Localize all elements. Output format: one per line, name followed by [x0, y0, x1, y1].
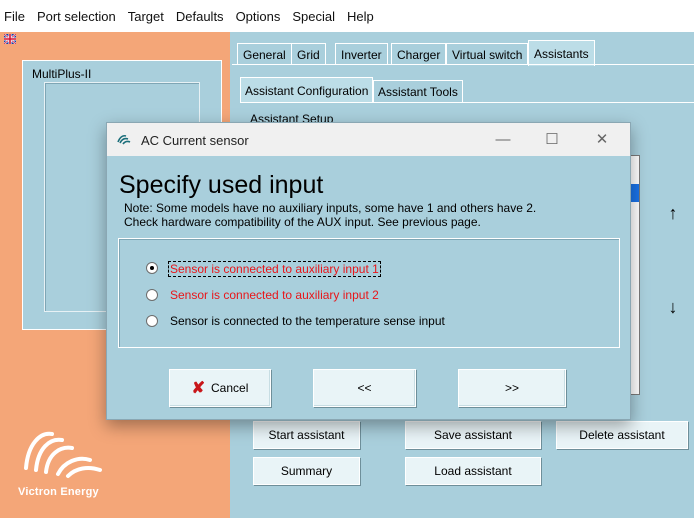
subtab-assistant-tools[interactable]: Assistant Tools — [373, 80, 463, 102]
menu-special[interactable]: Special — [292, 9, 335, 24]
subtab-assistant-configuration[interactable]: Assistant Configuration — [240, 77, 374, 103]
minimize-button[interactable]: — — [483, 127, 523, 151]
tab-assistants[interactable]: Assistants — [528, 40, 595, 66]
scrollbar-thumb[interactable] — [631, 184, 639, 202]
tab-virtual-switch[interactable]: Virtual switch — [446, 43, 529, 65]
radio-temperature-sense[interactable] — [146, 315, 158, 327]
maximize-button[interactable]: ☐ — [532, 127, 572, 151]
arrow-up-icon: ↑ — [668, 202, 678, 223]
tab-divider — [232, 64, 694, 65]
subtab-divider — [240, 102, 694, 103]
radio-aux-input-2[interactable] — [146, 289, 158, 301]
device-label: MultiPlus-II — [32, 67, 92, 81]
menu-options[interactable]: Options — [236, 9, 281, 24]
menu-help[interactable]: Help — [347, 9, 374, 24]
option-temperature-sense-label[interactable]: Sensor is connected to the temperature s… — [170, 314, 445, 328]
tab-charger[interactable]: Charger — [391, 43, 447, 65]
summary-button[interactable]: Summary — [253, 457, 360, 485]
cancel-button-label: Cancel — [211, 381, 249, 395]
menu-bar: File Port selection Target Defaults Opti… — [0, 0, 694, 32]
menu-file[interactable]: File — [4, 9, 25, 24]
next-button[interactable]: >> — [458, 369, 566, 407]
uk-flag-icon[interactable] — [4, 34, 16, 44]
dialog-note-line-1: Note: Some models have no auxiliary inpu… — [124, 201, 537, 215]
start-assistant-button[interactable]: Start assistant — [253, 421, 360, 449]
x-mark-icon: ✘ — [191, 380, 206, 397]
radio-aux-input-1[interactable] — [146, 262, 158, 274]
brand-name: Victron Energy — [18, 486, 99, 498]
move-down-button[interactable]: ↓ — [658, 292, 688, 322]
menu-port-selection[interactable]: Port selection — [37, 9, 116, 24]
menu-defaults[interactable]: Defaults — [176, 9, 224, 24]
option-aux-input-1-label[interactable]: Sensor is connected to auxiliary input 1 — [168, 261, 381, 277]
arrow-down-icon: ↓ — [668, 296, 678, 317]
load-assistant-button[interactable]: Load assistant — [405, 457, 541, 485]
delete-assistant-button[interactable]: Delete assistant — [556, 421, 688, 449]
close-button[interactable]: ✕ — [582, 127, 622, 151]
move-up-button[interactable]: ↑ — [658, 198, 688, 228]
tab-grid[interactable]: Grid — [291, 43, 326, 65]
option-aux-input-2-label[interactable]: Sensor is connected to auxiliary input 2 — [170, 288, 379, 302]
tab-inverter[interactable]: Inverter — [335, 43, 388, 65]
dialog-note-line-2: Check hardware compatibility of the AUX … — [124, 215, 481, 229]
victron-logo-icon — [24, 431, 102, 478]
back-button[interactable]: << — [313, 369, 416, 407]
dialog-title: AC Current sensor — [141, 133, 249, 148]
tab-general[interactable]: General — [237, 43, 292, 65]
save-assistant-button[interactable]: Save assistant — [405, 421, 541, 449]
victron-app-icon — [117, 134, 131, 145]
cancel-button[interactable]: ✘ Cancel — [169, 369, 271, 407]
dialog-heading: Specify used input — [119, 171, 324, 199]
menu-target[interactable]: Target — [128, 9, 164, 24]
